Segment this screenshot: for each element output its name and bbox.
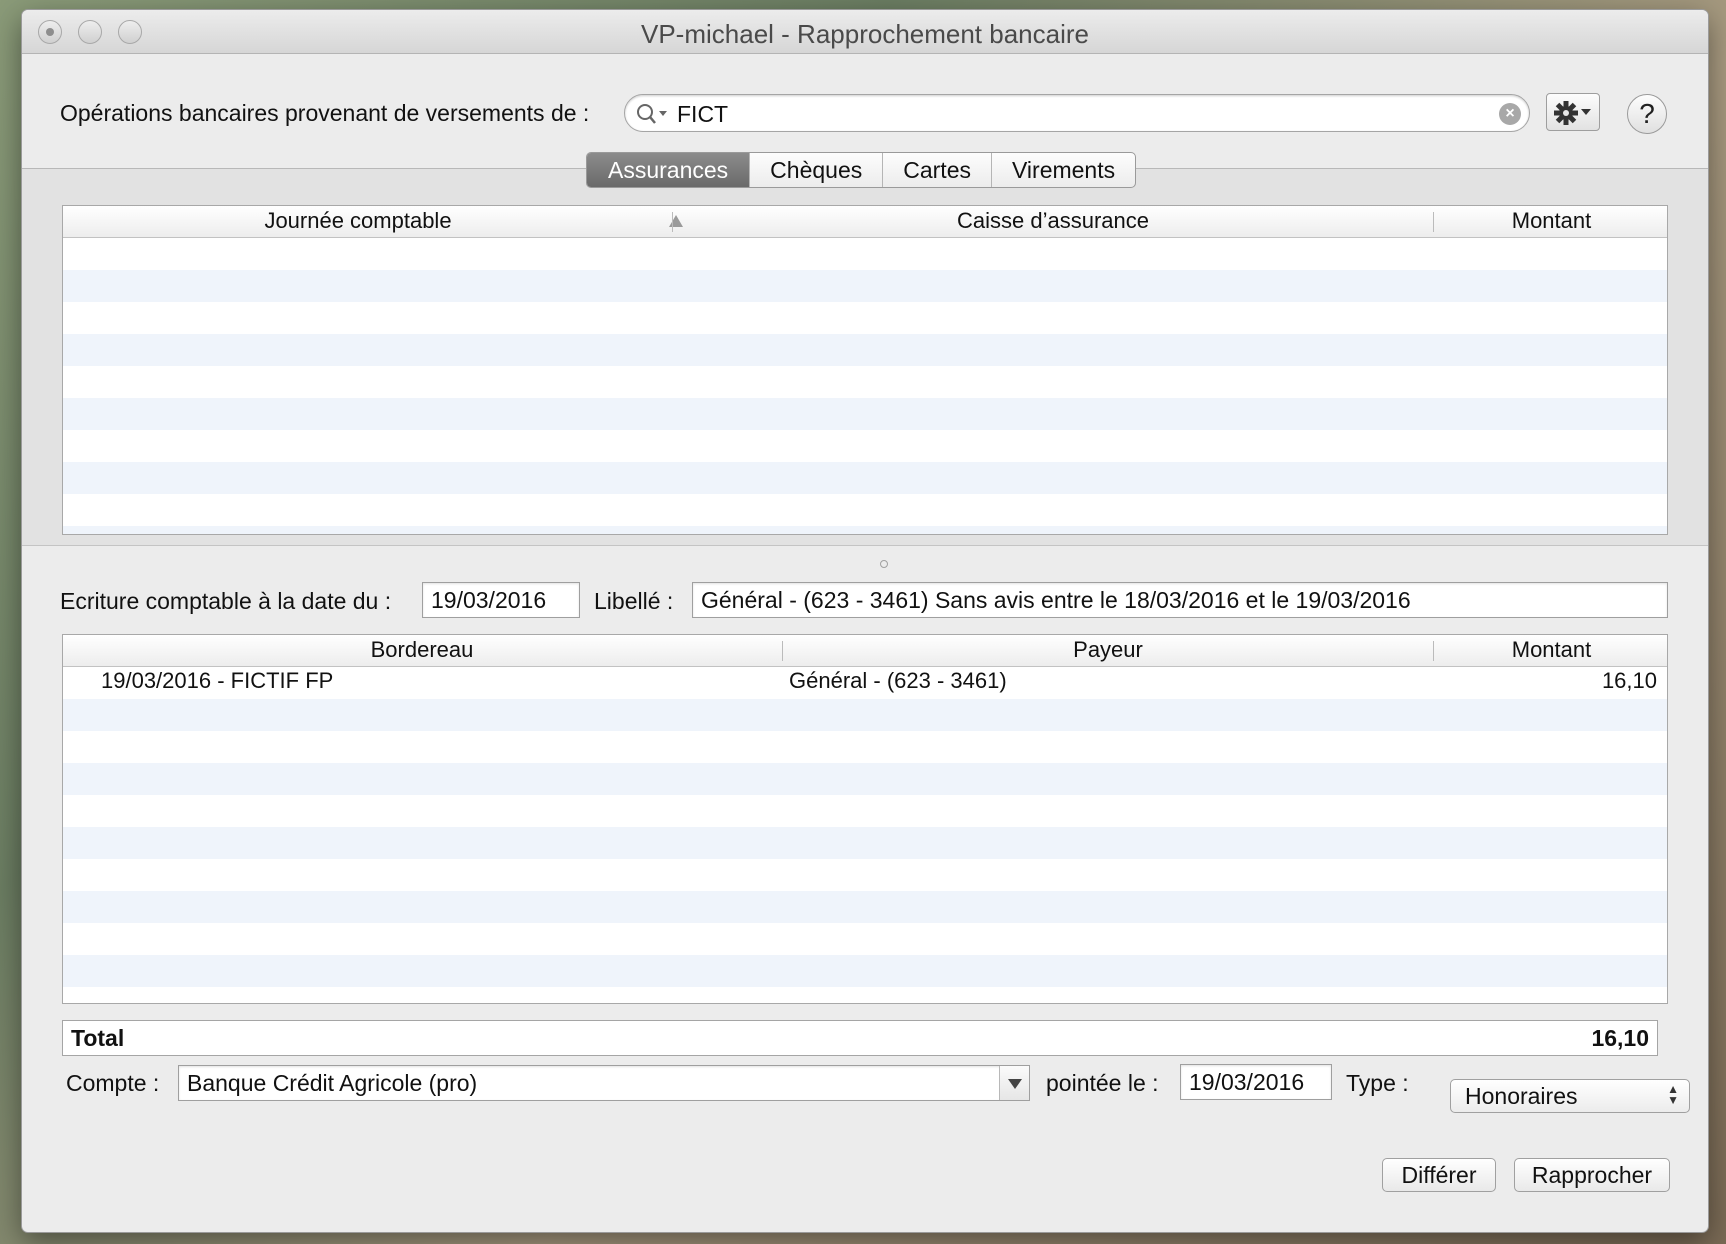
- row-bordereau[interactable]: 19/03/2016 - FICTIF FP: [101, 668, 333, 694]
- compte-combobox[interactable]: Banque Crédit Agricole (pro): [178, 1065, 1030, 1101]
- libelle-label: Libellé :: [594, 588, 674, 614]
- gear-icon: [1554, 101, 1591, 125]
- total-bar: Total 16,10: [62, 1020, 1658, 1056]
- up-down-arrows-icon: ▲ ▼: [1667, 1082, 1679, 1107]
- insurance-table[interactable]: Journée comptable Caisse d’assurance Mon…: [62, 205, 1668, 535]
- bordereau-table-rows[interactable]: 19/03/2016 - FICTIF FP Général - (623 - …: [63, 667, 1667, 1003]
- split-view-handle[interactable]: [880, 560, 888, 568]
- title-bar: VP-michael - Rapprochement bancaire: [22, 10, 1708, 54]
- window-title: VP-michael - Rapprochement bancaire: [641, 19, 1089, 49]
- entry-date-label: Ecriture comptable à la date du :: [60, 588, 392, 614]
- tab-cheques[interactable]: Chèques: [749, 153, 882, 187]
- bordereau-table[interactable]: Bordereau Payeur Montant 19/03/2016 - FI…: [62, 634, 1668, 1004]
- source-label: Opérations bancaires provenant de versem…: [60, 100, 590, 126]
- search-input[interactable]: FICT: [677, 101, 728, 128]
- tab-cartes[interactable]: Cartes: [882, 153, 991, 187]
- type-label: Type :: [1346, 1070, 1409, 1096]
- row-montant[interactable]: 16,10: [1602, 668, 1657, 694]
- tab-panel: Journée comptable Caisse d’assurance Mon…: [22, 168, 1708, 546]
- entry-date-field[interactable]: 19/03/2016: [422, 582, 580, 618]
- total-label: Total: [71, 1025, 125, 1051]
- column-journee-comptable[interactable]: Journée comptable: [63, 208, 653, 234]
- column-caisse-assurance[interactable]: Caisse d’assurance: [673, 208, 1433, 234]
- tab-assurances[interactable]: Assurances: [587, 153, 750, 187]
- row-payeur[interactable]: Général - (623 - 3461): [789, 668, 1007, 694]
- differer-button[interactable]: Différer: [1382, 1158, 1496, 1192]
- search-icon[interactable]: [635, 102, 669, 126]
- column-bordereau[interactable]: Bordereau: [63, 637, 781, 663]
- pointee-label: pointée le :: [1046, 1070, 1159, 1096]
- insurance-table-header: Journée comptable Caisse d’assurance Mon…: [63, 206, 1667, 238]
- libelle-field[interactable]: Général - (623 - 3461) Sans avis entre l…: [692, 582, 1668, 618]
- reconciliation-window: VP-michael - Rapprochement bancaire Opér…: [22, 10, 1708, 1232]
- column-payeur[interactable]: Payeur: [783, 637, 1433, 663]
- search-field[interactable]: FICT ×: [624, 94, 1530, 132]
- type-value[interactable]: Honoraires: [1465, 1083, 1578, 1109]
- type-popup-button[interactable]: Honoraires ▲ ▼: [1450, 1079, 1690, 1113]
- compte-value[interactable]: Banque Crédit Agricole (pro): [187, 1070, 477, 1096]
- insurance-table-rows[interactable]: [63, 238, 1667, 534]
- compte-label: Compte :: [66, 1070, 160, 1096]
- tab-bar: Assurances Chèques Cartes Virements: [586, 152, 1137, 188]
- total-value: 16,10: [1591, 1025, 1649, 1051]
- column-montant[interactable]: Montant: [1434, 208, 1667, 234]
- column-montant[interactable]: Montant: [1434, 637, 1667, 663]
- clear-search-icon[interactable]: ×: [1499, 103, 1521, 125]
- bordereau-table-header: Bordereau Payeur Montant: [63, 635, 1667, 667]
- help-button[interactable]: ?: [1627, 94, 1667, 134]
- action-menu-button[interactable]: [1546, 93, 1600, 131]
- rapprocher-button[interactable]: Rapprocher: [1514, 1158, 1670, 1192]
- tab-virements[interactable]: Virements: [991, 153, 1135, 187]
- chevron-down-icon[interactable]: [999, 1066, 1029, 1100]
- pointee-date-field[interactable]: 19/03/2016: [1180, 1064, 1332, 1100]
